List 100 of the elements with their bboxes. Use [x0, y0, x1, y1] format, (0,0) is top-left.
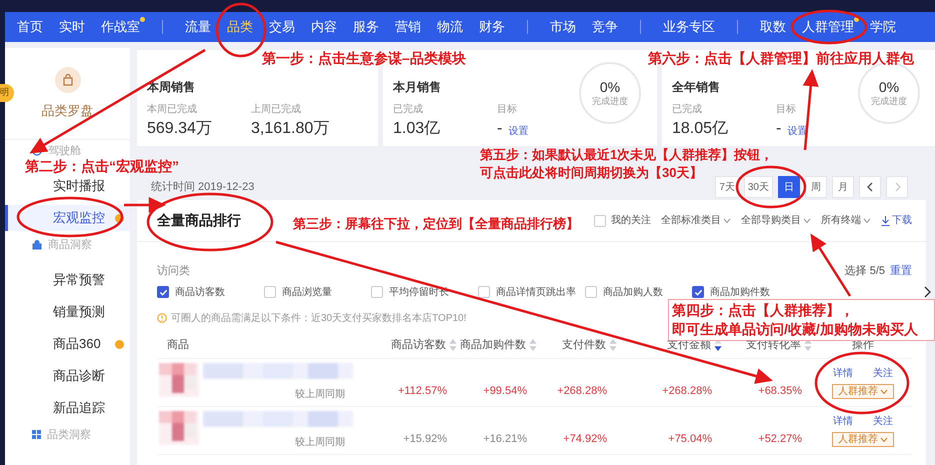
- follow-link[interactable]: 关注: [873, 366, 893, 381]
- chevron-right-icon[interactable]: [924, 286, 932, 298]
- metric-group-label: 访问类: [157, 264, 191, 279]
- caret-down-icon: [863, 218, 871, 224]
- metric-value: -: [497, 119, 502, 139]
- checkbox[interactable]: [157, 286, 169, 298]
- filter-dropdown[interactable]: 全部标准类目: [661, 213, 731, 228]
- metric-value: -: [776, 119, 782, 139]
- sidebar-section-label: 驾驶舱: [48, 146, 81, 157]
- nav-tab[interactable]: 人群管理: [794, 17, 862, 37]
- column-header: 支付件数: [562, 338, 606, 353]
- compare-label: 较上周同期: [295, 388, 345, 402]
- compare-label: 较上周同期: [295, 436, 345, 450]
- nav-tab[interactable]: 流量: [177, 17, 219, 37]
- reset-link[interactable]: 重置: [890, 262, 912, 280]
- nav-tab[interactable]: 服务: [345, 17, 387, 37]
- nav-tab[interactable]: 市场: [542, 17, 584, 37]
- period-button[interactable]: 月: [832, 176, 854, 198]
- sidebar-section-label: 品类洞察: [47, 430, 91, 441]
- grid-icon: [32, 430, 41, 439]
- annotation-note: 第四步：点击【人群推荐】，: [672, 301, 854, 320]
- download-icon: [881, 216, 890, 226]
- sort-icon[interactable]: [714, 339, 722, 351]
- metric-value: 1.03亿: [393, 119, 440, 139]
- metric-option-label: 商品加购人数: [603, 286, 663, 300]
- annotation-note: 第一步：点击生意参谋–品类模块: [262, 50, 466, 67]
- nav-tab[interactable]: 实时: [51, 17, 93, 37]
- sidebar-item[interactable]: 新品追踪: [5, 395, 130, 421]
- sidebar-item[interactable]: 商品诊断: [5, 363, 130, 389]
- sidebar-badge: 明: [0, 84, 14, 102]
- column-header: 商品: [167, 338, 189, 353]
- metric-option-label: 商品加购件数: [710, 286, 770, 300]
- previous-button[interactable]: [859, 176, 881, 198]
- metric-label: 已完成: [393, 102, 424, 117]
- metric-label: 目标: [776, 102, 797, 117]
- sidebar-item[interactable]: 商品360: [5, 331, 130, 357]
- nav-tab[interactable]: 学院: [862, 17, 904, 37]
- card-title: 本月销售: [393, 79, 442, 96]
- change-value: +74.92%: [563, 432, 607, 448]
- period-button[interactable]: 30天: [744, 176, 773, 198]
- change-value: +112.57%: [398, 384, 447, 400]
- progress-label: 完成进度: [592, 97, 628, 106]
- nav-tab[interactable]: 物流: [429, 17, 471, 37]
- stat-time: 统计时间 2019-12-23: [151, 180, 256, 194]
- metric-value: 18.05亿: [672, 119, 728, 139]
- annotation-note: 第六步：点击【人群管理】前往应用人群包: [648, 50, 914, 67]
- caret-down-icon: [803, 218, 811, 224]
- change-value: +75.04%: [668, 432, 712, 448]
- notice-text: 可圈人的商品需满足以下条件：近30天支付买家数排名本店TOP10!: [171, 312, 466, 326]
- follow-link[interactable]: 关注: [873, 414, 893, 429]
- checkbox[interactable]: [692, 286, 704, 298]
- annotation-note: 第二步：点击“宏观监控”: [25, 159, 179, 173]
- annotation-note: 第三步：屏幕往下拉，定位到【全量商品排行榜】: [293, 216, 579, 232]
- audience-recommend-button[interactable]: 人群推荐: [832, 384, 894, 399]
- metric-option-label: 商品访客数: [175, 286, 225, 300]
- filter-label: 我的关注: [611, 214, 651, 228]
- period-button[interactable]: 7天: [715, 176, 739, 198]
- metric-option-label: 商品详情页跳出率: [496, 286, 576, 300]
- sidebar-item[interactable]: 宏观监控: [5, 205, 130, 231]
- nav-tab[interactable]: 交易: [261, 17, 303, 37]
- progress-value: 0%: [600, 80, 620, 94]
- change-value: +268.28%: [662, 384, 712, 400]
- metric-label: 上周已完成: [251, 102, 302, 117]
- filter-dropdown[interactable]: 所有终端: [821, 213, 871, 228]
- details-link[interactable]: 详情: [833, 414, 853, 429]
- nav-tab[interactable]: 财务: [471, 17, 513, 37]
- caret-down-icon: [880, 436, 888, 442]
- period-button[interactable]: 周: [805, 176, 827, 198]
- set-link[interactable]: 设置: [508, 124, 528, 139]
- column-header: 商品访客数: [391, 338, 446, 353]
- sidebar-item[interactable]: 销量预测: [5, 299, 130, 325]
- nav-tab[interactable]: 营销: [387, 17, 429, 37]
- nav-tab[interactable]: 内容: [303, 17, 345, 37]
- nav-tab[interactable]: 首页: [9, 17, 51, 37]
- metric-label: 目标: [497, 102, 518, 117]
- download-link[interactable]: 下载: [881, 213, 912, 228]
- metric-value: 3,161.80万: [251, 119, 330, 139]
- annotation-note: 可点击此处将时间周期切换为【30天】: [480, 164, 702, 182]
- caret-down-icon: [880, 388, 888, 394]
- nav-tab[interactable]: 竞争: [584, 17, 626, 37]
- sidebar-item[interactable]: 异常预警: [5, 267, 130, 293]
- period-button[interactable]: 日: [778, 176, 800, 198]
- sidebar-item[interactable]: 实时播报: [5, 173, 130, 199]
- change-value: +68.35%: [758, 384, 802, 400]
- category-icon: [54, 66, 80, 93]
- annotation-arrow: [122, 197, 164, 212]
- bag-icon: [32, 240, 42, 250]
- nav-tab[interactable]: 作战室: [93, 17, 148, 37]
- caret-down-icon: [723, 218, 731, 224]
- nav-tab[interactable]: 品类: [219, 17, 261, 37]
- chevron-left-icon: [864, 181, 876, 193]
- audience-recommend-button[interactable]: 人群推荐: [832, 432, 894, 447]
- details-link[interactable]: 详情: [833, 366, 853, 381]
- nav-tab[interactable]: 业务专区: [655, 17, 723, 37]
- nav-tab[interactable]: 取数: [752, 17, 794, 37]
- info-icon: [157, 313, 167, 323]
- filter-dropdown[interactable]: 全部导购类目: [741, 213, 811, 228]
- metric-value: 569.34万: [147, 119, 212, 139]
- progress-value: 0%: [878, 80, 900, 94]
- change-value: +15.92%: [403, 432, 447, 448]
